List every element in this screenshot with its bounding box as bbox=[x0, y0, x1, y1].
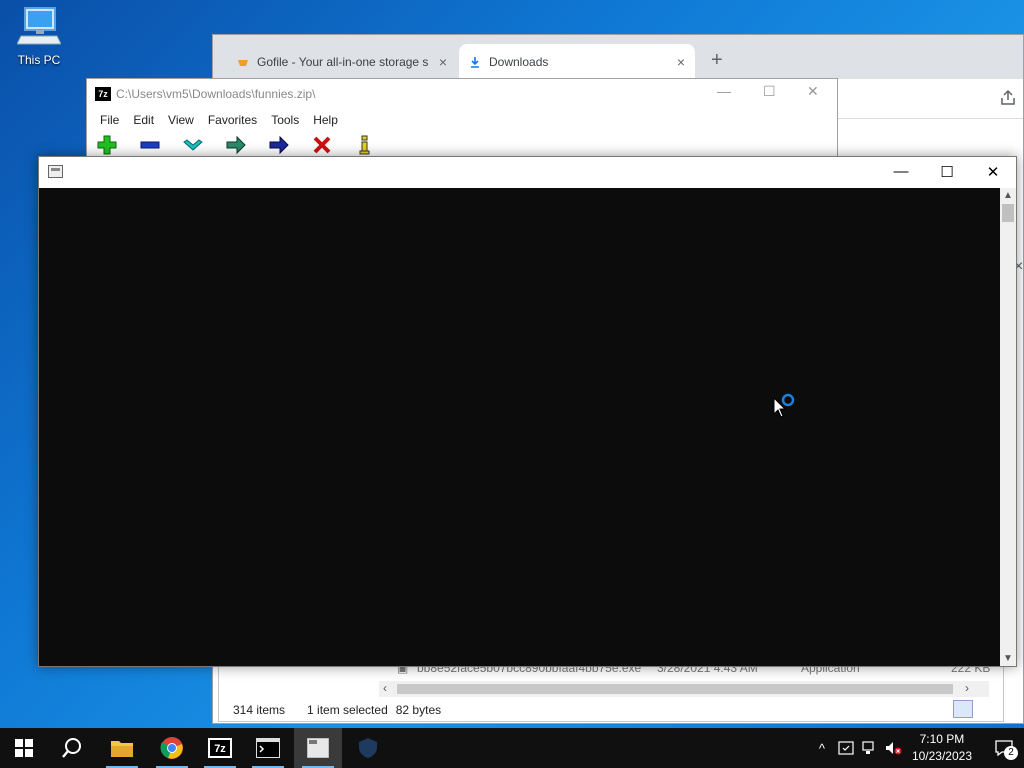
selection-status: 1 item selected bbox=[307, 703, 388, 717]
gofile-icon bbox=[238, 59, 248, 66]
taskbar: 7z ^ 7:10 PM 10/23/2023 2 bbox=[0, 728, 1024, 768]
window-title: C:\Users\vm5\Downloads\funnies.zip\ bbox=[116, 87, 316, 101]
chrome-icon bbox=[160, 737, 183, 759]
scroll-left-icon[interactable]: ‹ bbox=[383, 681, 387, 695]
taskbar-7zip[interactable]: 7z bbox=[196, 728, 244, 768]
7zip-icon: 7z bbox=[208, 738, 232, 758]
notification-badge: 2 bbox=[1004, 746, 1018, 760]
info-icon bbox=[359, 135, 370, 155]
clock-time: 7:10 PM bbox=[919, 732, 965, 746]
close-tab-icon[interactable]: × bbox=[677, 54, 685, 70]
menu-file[interactable]: File bbox=[93, 113, 126, 127]
tab-title: Gofile - Your all-in-one storage s bbox=[257, 54, 429, 69]
maximize-button[interactable]: ☐ bbox=[763, 83, 776, 100]
console-app-icon bbox=[48, 165, 63, 178]
test-button[interactable] bbox=[182, 134, 204, 156]
maximize-button[interactable]: ☐ bbox=[933, 163, 961, 181]
vertical-scrollbar[interactable]: ▲ ▼ bbox=[1000, 188, 1016, 666]
terminal-icon bbox=[256, 738, 280, 758]
minimize-button[interactable]: — bbox=[717, 83, 731, 99]
security-tray-icon[interactable] bbox=[834, 728, 858, 768]
close-tab-icon[interactable]: × bbox=[439, 54, 447, 70]
volume-muted-icon[interactable] bbox=[882, 728, 906, 768]
network-icon[interactable] bbox=[858, 728, 882, 768]
minimize-button[interactable]: — bbox=[887, 163, 915, 180]
action-center-button[interactable]: 2 bbox=[984, 728, 1024, 768]
menu-help[interactable]: Help bbox=[306, 113, 345, 127]
copy-arrow-icon bbox=[226, 135, 246, 155]
system-tray: ^ 7:10 PM 10/23/2023 2 bbox=[810, 728, 1024, 768]
selection-size: 82 bytes bbox=[395, 703, 442, 717]
add-button[interactable] bbox=[96, 134, 118, 156]
scroll-thumb[interactable] bbox=[1002, 204, 1014, 222]
scroll-up-icon[interactable]: ▲ bbox=[1003, 190, 1013, 201]
7zip-toolbar bbox=[96, 134, 376, 156]
details-view-icon[interactable] bbox=[953, 700, 973, 718]
tab-strip: Gofile - Your all-in-one storage s × Dow… bbox=[213, 35, 1023, 79]
menu-edit[interactable]: Edit bbox=[126, 113, 161, 127]
item-count: 314 items bbox=[233, 703, 286, 717]
plus-icon bbox=[97, 135, 117, 155]
scroll-thumb[interactable] bbox=[397, 684, 953, 694]
tab-title: Downloads bbox=[489, 54, 549, 69]
new-tab-button[interactable]: + bbox=[711, 49, 723, 72]
horizontal-scrollbar[interactable]: ‹ › bbox=[379, 681, 989, 697]
search-icon bbox=[62, 738, 81, 758]
download-icon bbox=[471, 56, 479, 68]
search-button[interactable] bbox=[48, 728, 96, 768]
start-button[interactable] bbox=[0, 728, 48, 768]
computer-icon bbox=[16, 7, 62, 45]
menu-tools[interactable]: Tools bbox=[264, 113, 306, 127]
share-icon[interactable] bbox=[999, 89, 1017, 107]
menu-bar: File Edit View Favorites Tools Help bbox=[87, 109, 837, 131]
move-button[interactable] bbox=[268, 134, 290, 156]
copy-button[interactable] bbox=[225, 134, 247, 156]
tab-downloads[interactable]: Downloads × bbox=[459, 44, 695, 79]
scroll-right-icon[interactable]: › bbox=[965, 681, 969, 695]
taskbar-console-window[interactable] bbox=[294, 728, 342, 768]
folder-icon bbox=[111, 741, 133, 757]
7zip-titlebar[interactable]: 7z C:\Users\vm5\Downloads\funnies.zip\ —… bbox=[87, 79, 837, 109]
extract-button[interactable] bbox=[139, 134, 161, 156]
checkmark-icon bbox=[183, 139, 203, 151]
svg-text:7z: 7z bbox=[214, 743, 226, 755]
info-button[interactable] bbox=[354, 134, 376, 156]
status-bar: 314 items 1 item selected 82 bytes bbox=[219, 699, 1003, 721]
shield-icon bbox=[359, 738, 377, 758]
view-toggle bbox=[953, 700, 997, 718]
move-arrow-icon bbox=[269, 135, 289, 155]
taskbar-cmd[interactable] bbox=[244, 728, 292, 768]
delete-x-icon bbox=[313, 136, 331, 154]
taskbar-chrome[interactable] bbox=[148, 728, 196, 768]
console-window: — ☐ ✕ ▲ ▼ bbox=[38, 156, 1017, 667]
desktop-icon-this-pc[interactable]: This PC bbox=[8, 6, 70, 76]
menu-favorites[interactable]: Favorites bbox=[201, 113, 264, 127]
close-button[interactable]: ✕ bbox=[979, 163, 1007, 181]
7zip-logo-icon: 7z bbox=[95, 87, 111, 101]
tab-gofile[interactable]: Gofile - Your all-in-one storage s × bbox=[227, 44, 457, 79]
console-titlebar[interactable]: — ☐ ✕ bbox=[39, 157, 1016, 188]
menu-view[interactable]: View bbox=[161, 113, 201, 127]
windows-logo-icon bbox=[15, 739, 33, 757]
delete-button[interactable] bbox=[311, 134, 333, 156]
busy-cursor-icon bbox=[773, 393, 795, 418]
chevron-up-icon[interactable]: ^ bbox=[810, 728, 834, 768]
clock-date: 10/23/2023 bbox=[911, 749, 972, 763]
desktop-icon-label: This PC bbox=[17, 53, 61, 67]
scroll-down-icon[interactable]: ▼ bbox=[1003, 653, 1013, 664]
taskbar-file-explorer[interactable] bbox=[98, 728, 146, 768]
window-app-icon bbox=[307, 738, 329, 758]
clock[interactable]: 7:10 PM 10/23/2023 bbox=[912, 731, 972, 765]
console-output[interactable] bbox=[39, 188, 1000, 666]
minus-icon bbox=[140, 141, 160, 149]
close-button[interactable]: ✕ bbox=[807, 83, 819, 100]
taskbar-shield-app[interactable] bbox=[344, 728, 392, 768]
large-icons-view-icon[interactable] bbox=[977, 700, 997, 718]
